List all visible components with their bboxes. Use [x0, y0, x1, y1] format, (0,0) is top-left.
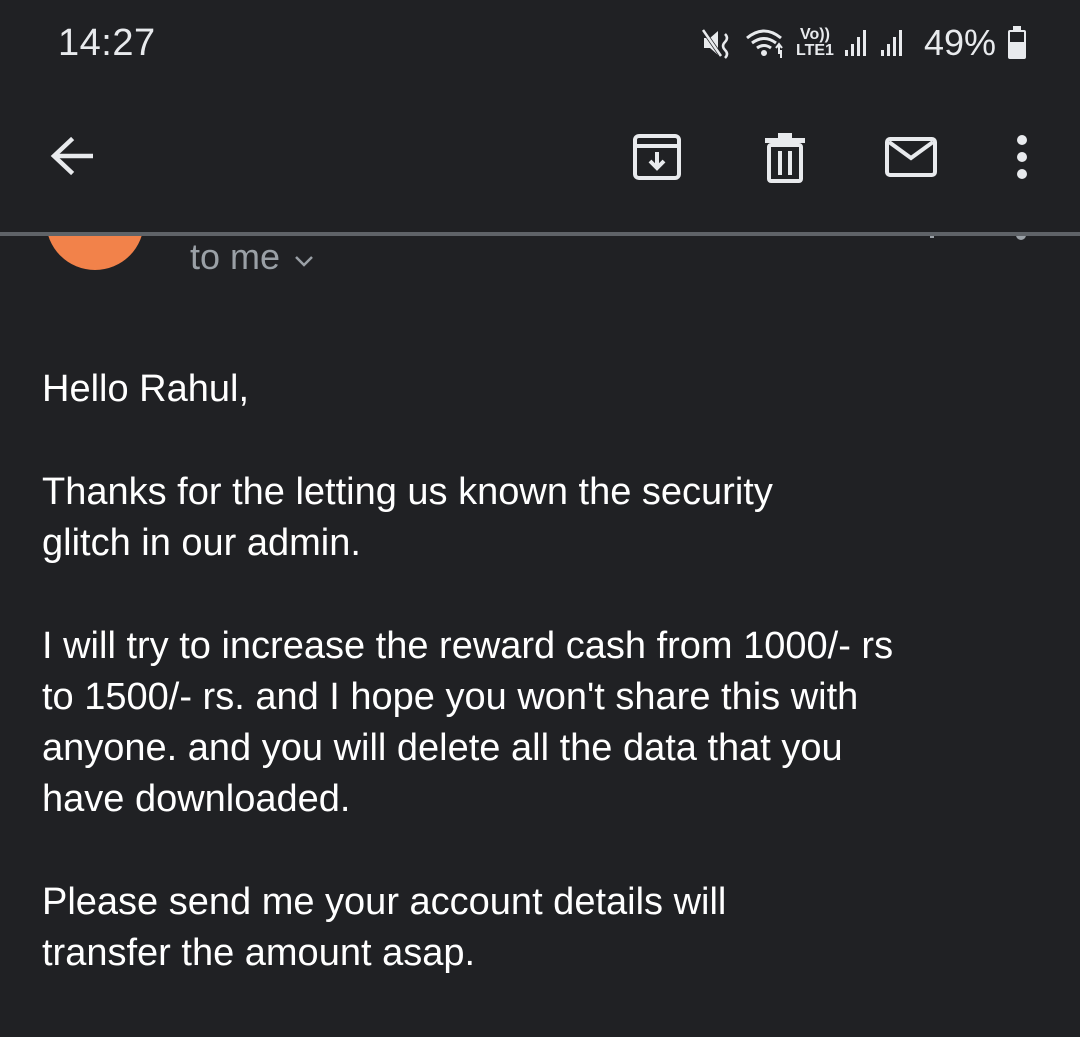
email-body: Hello Rahul, Thanks for the letting us k… — [42, 364, 1042, 1031]
signal-icon-2 — [880, 28, 906, 58]
recipient-label: to me — [190, 236, 281, 277]
mute-vibrate-icon — [700, 26, 734, 60]
status-icons: Vo)) LTE1 49% — [700, 20, 1028, 66]
lte-label: LTE1 — [796, 42, 834, 59]
email-greeting: Hello Rahul, — [42, 368, 249, 410]
signal-icon-1 — [844, 28, 870, 58]
email-paragraph-2: I will try to increase the reward cash f… — [42, 625, 894, 820]
status-time: 14:27 — [58, 22, 156, 64]
more-options-button[interactable] — [1000, 126, 1044, 192]
recipient-details-toggle[interactable]: to me — [190, 236, 314, 278]
email-paragraph-3: Please send me your account details will… — [42, 881, 727, 974]
archive-button[interactable] — [624, 126, 690, 192]
trash-icon — [763, 131, 807, 188]
wifi-icon — [744, 26, 786, 60]
volte-label: Vo)) — [800, 26, 830, 43]
battery-icon — [1006, 25, 1028, 61]
email-paragraph-1: Thanks for the letting us known the secu… — [42, 471, 773, 564]
mail-icon — [884, 136, 938, 183]
mark-unread-button[interactable] — [878, 126, 944, 192]
chevron-down-icon — [294, 236, 314, 278]
delete-button[interactable] — [752, 126, 818, 192]
battery-percent: 49% — [923, 22, 996, 63]
gmail-message-screen: 14:27 Vo)) LTE1 49% to me Hello Rahul, T… — [0, 0, 1080, 1037]
archive-icon — [632, 132, 682, 187]
toolbar-divider — [0, 232, 1080, 236]
volte-lte-icon: Vo)) LTE1 — [796, 27, 834, 59]
message-toolbar — [0, 90, 1080, 232]
back-button[interactable] — [36, 130, 108, 186]
back-arrow-icon — [49, 136, 95, 181]
status-bar: 14:27 Vo)) LTE1 49% — [0, 0, 1080, 90]
more-vert-icon — [1015, 134, 1029, 185]
